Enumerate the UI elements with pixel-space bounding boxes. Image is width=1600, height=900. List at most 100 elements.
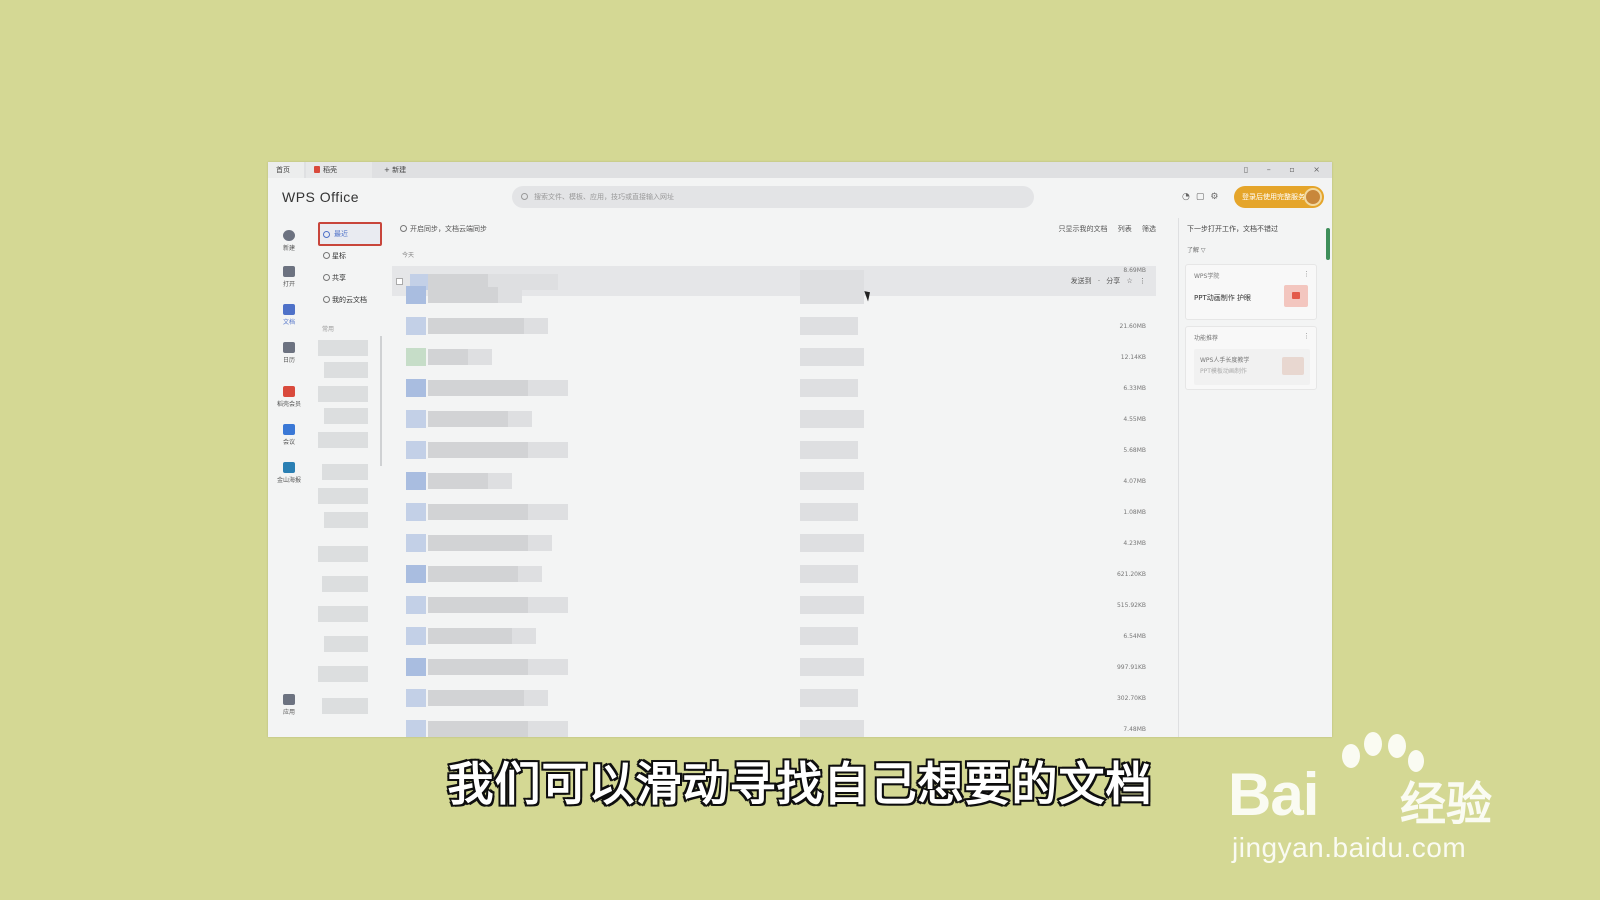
feature-recommend-card[interactable]: 功能推荐 ⋮ WPS人手长度教学 PPT模板动画制作 [1185, 326, 1317, 390]
table-row[interactable]: 21.60MB [392, 311, 1156, 341]
rail-calendar-label: 日历 [282, 357, 295, 364]
file-type-icon [406, 472, 426, 490]
nav-shared-label: 共享 [332, 274, 346, 282]
file-location-blurred [800, 720, 864, 737]
file-name-blurred [528, 504, 568, 520]
file-name-blurred [428, 349, 468, 365]
tab-new[interactable]: + 新建 [376, 162, 436, 178]
rail-calendar[interactable]: 日历 [268, 342, 310, 364]
file-name-blurred [498, 287, 522, 303]
rail-new[interactable]: 新建 [268, 230, 310, 252]
table-row[interactable]: 5.68MB [392, 435, 1156, 465]
file-name-blurred [524, 318, 548, 334]
more-icon[interactable]: ⋮ [1303, 332, 1310, 340]
wps-window: 首页 稻壳 + 新建 ▯ – ▫ × WPS Office 搜索文件、模板、应用… [268, 162, 1332, 737]
nav-recent[interactable]: 最近 [318, 222, 382, 246]
file-type-icon [406, 720, 426, 737]
rail-poster-label: 金山海报 [276, 477, 301, 484]
gear-icon[interactable]: ⚙ [1210, 192, 1224, 202]
table-row[interactable]: 997.91KB [392, 652, 1156, 682]
table-row[interactable]: 515.92KB [392, 590, 1156, 620]
file-location-blurred [800, 379, 858, 397]
document-icon [283, 304, 295, 315]
nav-shared[interactable]: 共享 [318, 268, 382, 288]
table-row[interactable]: 7.48MB [392, 714, 1156, 737]
headset-icon[interactable]: ◔ [1182, 192, 1196, 202]
tab-home-label: 首页 [276, 166, 290, 174]
rail-meeting[interactable]: 会议 [268, 424, 310, 446]
file-name-blurred [528, 442, 568, 458]
filter-mine-toggle[interactable]: 只显示我的文档 [1059, 225, 1108, 233]
header: WPS Office 搜索文件、模板、应用，技巧或直接输入网址 ◔▢⚙ 登录后使… [268, 178, 1332, 218]
illustration-icon [1282, 357, 1304, 375]
nav-starred-label: 星标 [332, 252, 346, 260]
table-row[interactable]: 12.14KB [392, 342, 1156, 372]
rail-poster[interactable]: 金山海报 [268, 462, 310, 484]
tab-docer[interactable]: 稻壳 [306, 162, 372, 178]
rail-documents[interactable]: 文档 [268, 304, 310, 326]
search-icon [521, 193, 528, 200]
file-size: 515.92KB [1116, 602, 1146, 609]
file-location-blurred [800, 658, 864, 676]
file-name-blurred [428, 597, 528, 613]
nav-scrollbar[interactable] [380, 336, 382, 466]
wps-academy-card[interactable]: WPS学院 ⋮ PPT动画制作 护眼 [1185, 264, 1317, 320]
file-name-blurred [428, 411, 508, 427]
file-type-icon [406, 689, 426, 707]
view-list-button[interactable]: 列表 [1118, 225, 1132, 233]
rail-new-label: 新建 [282, 245, 295, 252]
table-row[interactable]: 8.69MB [392, 267, 1156, 310]
tab-home[interactable]: 首页 [268, 162, 304, 178]
tab-bar: 首页 稻壳 + 新建 ▯ – ▫ × [268, 162, 1332, 178]
file-location-blurred [800, 627, 858, 645]
file-name-blurred [528, 597, 568, 613]
filter-button[interactable]: 筛选 [1142, 225, 1156, 233]
file-size: 997.91KB [1116, 664, 1146, 671]
file-size: 1.08MB [1123, 509, 1146, 516]
video-thumb-icon [1284, 285, 1308, 307]
search-input[interactable]: 搜索文件、模板、应用，技巧或直接输入网址 [512, 186, 1034, 208]
table-row[interactable]: 6.33MB [392, 373, 1156, 403]
file-name-blurred [528, 380, 568, 396]
file-size: 6.33MB [1123, 385, 1146, 392]
file-type-icon [406, 503, 426, 521]
nav-cloud-docs[interactable]: 我的云文档 [318, 290, 382, 310]
file-name-blurred [428, 473, 488, 489]
sync-hint[interactable]: 开启同步，文档云端同步 [400, 224, 487, 234]
file-size: 302.70KB [1116, 695, 1146, 702]
card-line-1: WPS人手长度教学 [1200, 357, 1250, 364]
table-row[interactable]: 302.70KB [392, 683, 1156, 713]
table-row[interactable]: 6.54MB [392, 621, 1156, 651]
file-location-blurred [800, 689, 858, 707]
file-name-blurred [428, 690, 524, 706]
file-name-blurred [512, 628, 536, 644]
table-row[interactable]: 4.23MB [392, 528, 1156, 558]
file-type-icon [406, 317, 426, 335]
table-row[interactable]: 4.55MB [392, 404, 1156, 434]
file-location-blurred [800, 472, 864, 490]
file-size: 8.69MB [1123, 267, 1146, 274]
file-type-icon [406, 348, 426, 366]
file-name-blurred [428, 659, 528, 675]
rail-open[interactable]: 打开 [268, 266, 310, 288]
rail-docer[interactable]: 稻壳会员 [268, 386, 310, 408]
rail-open-label: 打开 [282, 281, 295, 288]
cart-icon[interactable]: ▢ [1196, 192, 1211, 202]
more-icon[interactable]: ⋮ [1303, 270, 1310, 278]
right-panel-subtitle[interactable]: 了解 ▽ [1187, 245, 1206, 254]
rail-documents-label: 文档 [282, 319, 295, 326]
rail-apps[interactable]: 应用 [268, 694, 310, 716]
login-vip-button[interactable]: 登录后使用完整服务 [1234, 186, 1324, 208]
file-type-icon [406, 534, 426, 552]
right-scrollbar[interactable] [1326, 228, 1330, 260]
file-name-blurred [488, 473, 512, 489]
rail-meeting-label: 会议 [282, 439, 295, 446]
watermark-brand-2: 经验 [1400, 777, 1492, 831]
nav-starred[interactable]: 星标 [318, 246, 382, 266]
avatar[interactable] [1304, 188, 1322, 206]
table-row[interactable]: 621.20KB [392, 559, 1156, 589]
table-row[interactable]: 1.08MB [392, 497, 1156, 527]
window-controls[interactable]: ▯ – ▫ × [1244, 162, 1328, 178]
file-size: 4.55MB [1123, 416, 1146, 423]
table-row[interactable]: 4.07MB [392, 466, 1156, 496]
